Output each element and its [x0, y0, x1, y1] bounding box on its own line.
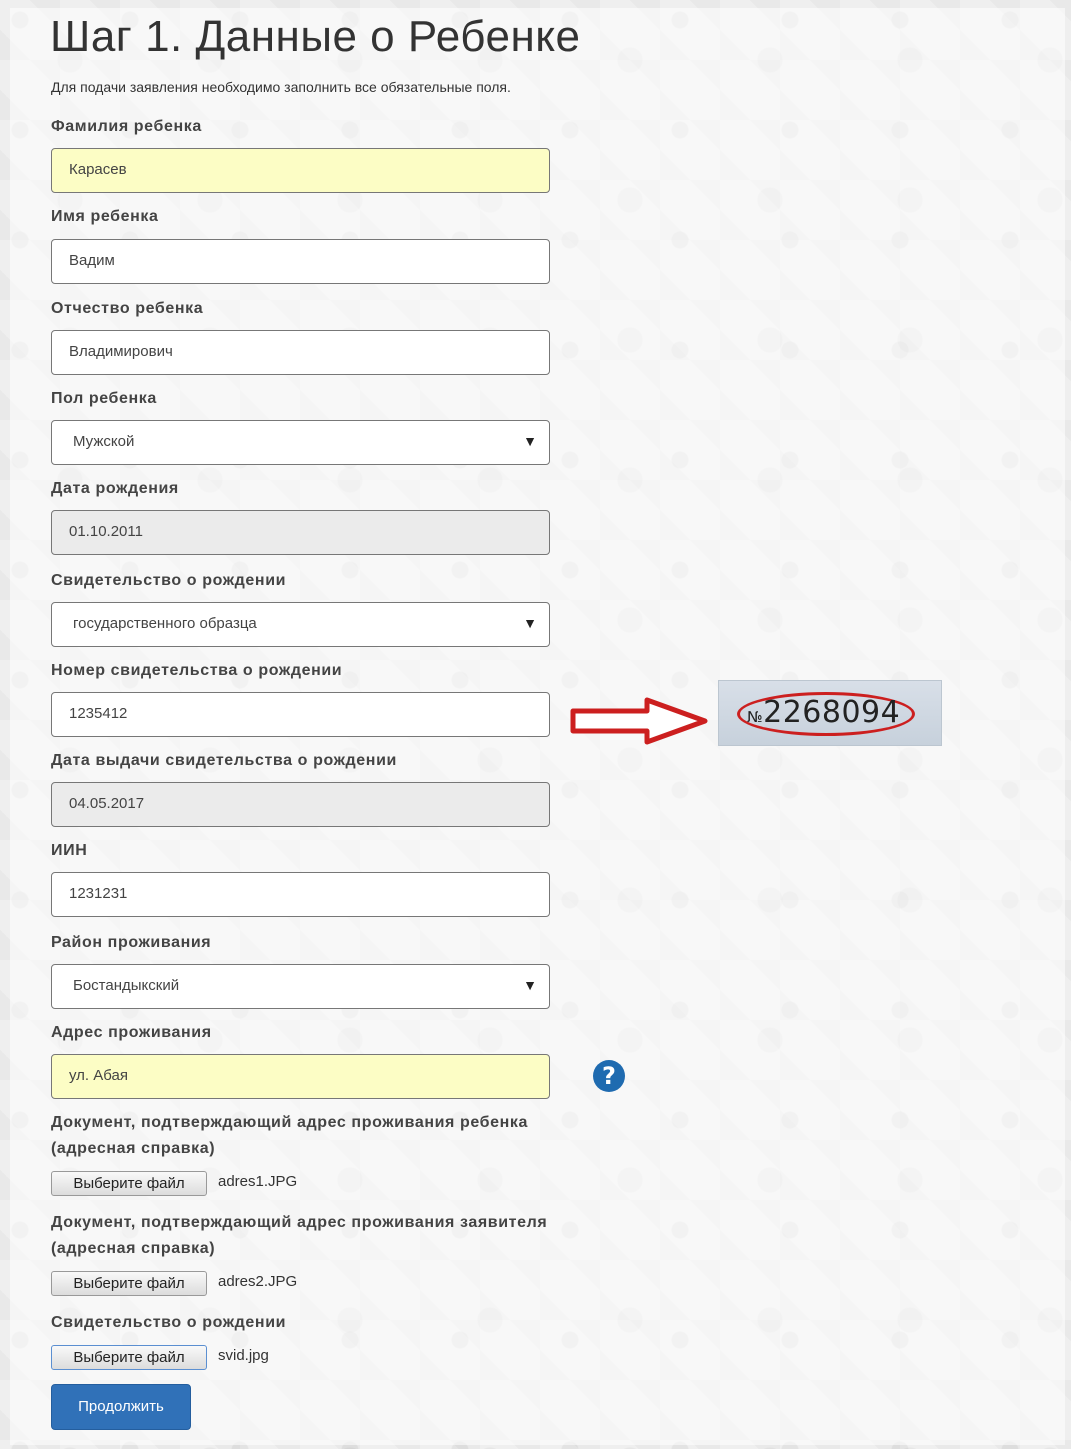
district-label: Район проживания — [51, 934, 212, 951]
address-value: ул. Абая — [69, 1067, 128, 1084]
upload-child-address-sublabel: (адресная справка) — [51, 1140, 216, 1157]
cert-type-select[interactable]: государственного образца ▼ — [51, 602, 550, 647]
upload-birth-cert-label: Свидетельство о рождении — [51, 1314, 287, 1331]
number-sign: № — [747, 708, 764, 726]
district-select[interactable]: Бостандыкский ▼ — [51, 964, 550, 1009]
chevron-down-icon: ▼ — [523, 977, 537, 993]
iin-input[interactable]: 1231231 — [51, 872, 550, 917]
name-input[interactable]: Вадим — [51, 239, 550, 284]
name-value: Вадим — [69, 252, 115, 269]
patronymic-value: Владимирович — [69, 343, 173, 360]
patronymic-label: Отчество ребенка — [51, 300, 204, 317]
name-label: Имя ребенка — [51, 208, 159, 225]
help-icon[interactable]: ? — [593, 1060, 625, 1092]
cert-date-input[interactable]: 04.05.2017 — [51, 782, 550, 827]
choose-file-button[interactable]: Выберите файл — [51, 1271, 207, 1296]
cert-date-value: 04.05.2017 — [69, 795, 145, 812]
surname-label: Фамилия ребенка — [51, 118, 202, 135]
surname-input[interactable]: Карасев — [51, 148, 550, 193]
upload-applicant-address-sublabel: (адресная справка) — [51, 1240, 216, 1257]
birthdate-value: 01.10.2011 — [69, 523, 143, 540]
choose-file-button[interactable]: Выберите файл — [51, 1171, 207, 1196]
file-name: adres1.JPG — [218, 1173, 298, 1190]
cert-number-input[interactable]: 1235412 — [51, 692, 550, 737]
sample-number: 2268094 — [763, 695, 901, 730]
red-arrow-icon — [570, 697, 708, 745]
district-value: Бостандыкский — [73, 977, 180, 994]
cert-number-value: 1235412 — [69, 705, 128, 722]
birthdate-label: Дата рождения — [51, 480, 179, 497]
choose-file-button[interactable]: Выберите файл — [51, 1345, 207, 1370]
address-label: Адрес проживания — [51, 1024, 212, 1041]
patronymic-input[interactable]: Владимирович — [51, 330, 550, 375]
continue-button[interactable]: Продолжить — [51, 1384, 191, 1430]
chevron-down-icon: ▼ — [523, 433, 537, 449]
page-title: Шаг 1. Данные о Ребенке — [50, 12, 581, 61]
cert-date-label: Дата выдачи свидетельства о рождении — [51, 752, 397, 769]
iin-value: 1231231 — [69, 885, 128, 902]
address-input[interactable]: ул. Абая — [51, 1054, 550, 1099]
upload-child-address-label: Документ, подтверждающий адрес проживани… — [51, 1114, 529, 1131]
birthdate-input[interactable]: 01.10.2011 — [51, 510, 550, 555]
iin-label: ИИН — [51, 842, 88, 859]
intro-text: Для подачи заявления необходимо заполнит… — [51, 79, 511, 95]
gender-select[interactable]: Мужской ▼ — [51, 420, 550, 465]
cert-number-label: Номер свидетельства о рождении — [51, 662, 343, 679]
gender-value: Мужской — [73, 433, 135, 450]
surname-value: Карасев — [69, 161, 127, 178]
upload-applicant-address-label: Документ, подтверждающий адрес проживани… — [51, 1214, 548, 1231]
cert-type-label: Свидетельство о рождении — [51, 572, 287, 589]
file-name: svid.jpg — [218, 1347, 269, 1364]
chevron-down-icon: ▼ — [523, 615, 537, 631]
gender-label: Пол ребенка — [51, 390, 157, 407]
certificate-number-sample: №2268094 — [718, 680, 942, 746]
file-name: adres2.JPG — [218, 1273, 298, 1290]
cert-type-value: государственного образца — [73, 615, 257, 632]
